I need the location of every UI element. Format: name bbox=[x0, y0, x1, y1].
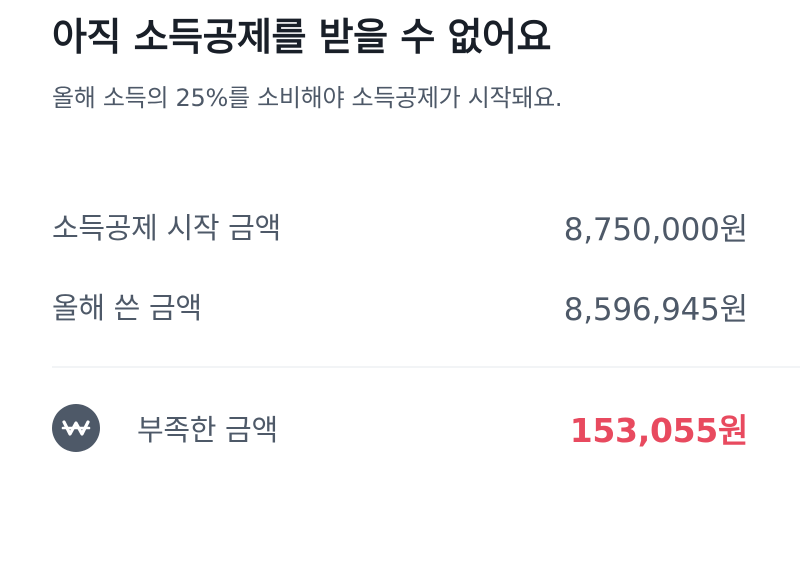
shortfall-label: 부족한 금액 bbox=[137, 413, 278, 447]
spent-this-year-value: 8,596,945원 bbox=[563, 291, 748, 328]
won-icon bbox=[52, 404, 100, 452]
divider bbox=[52, 366, 800, 368]
spent-this-year-row: 올해 쓴 금액 8,596,945원 bbox=[52, 286, 748, 328]
deduction-start-amount-value: 8,750,000원 bbox=[563, 211, 748, 248]
deduction-start-amount-label: 소득공제 시작 금액 bbox=[52, 211, 281, 245]
page-subtitle: 올해 소득의 25%를 소비해야 소득공제가 시작돼요. bbox=[52, 84, 563, 112]
page-title: 아직 소득공제를 받을 수 없어요 bbox=[52, 15, 551, 59]
spent-this-year-label: 올해 쓴 금액 bbox=[52, 291, 202, 325]
shortfall-value: 153,055원 bbox=[569, 411, 749, 450]
shortfall-row: 부족한 금액 153,055원 bbox=[52, 402, 748, 454]
deduction-start-amount-row: 소득공제 시작 금액 8,750,000원 bbox=[52, 206, 748, 248]
deduction-status-page: 아직 소득공제를 받을 수 없어요 올해 소득의 25%를 소비해야 소득공제가… bbox=[0, 0, 800, 561]
